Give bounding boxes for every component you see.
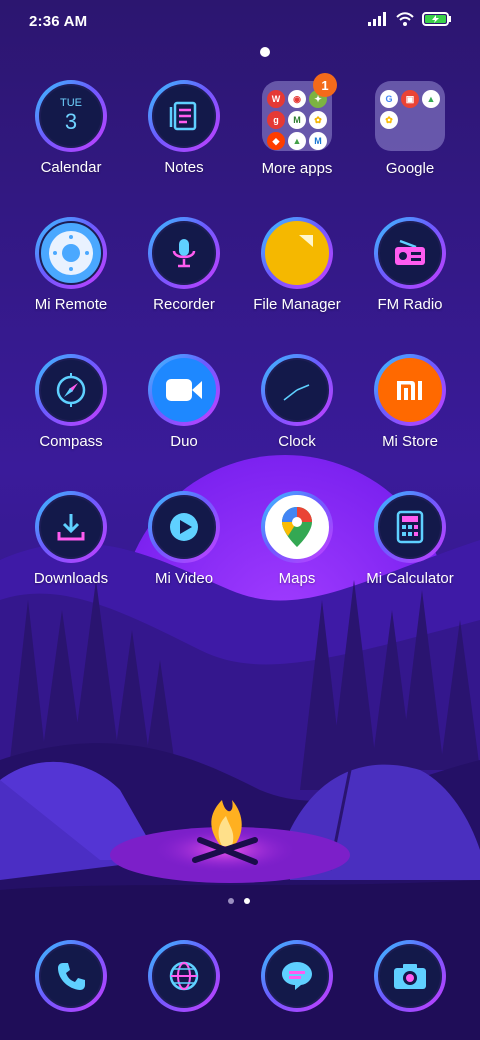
page-indicator: [228, 898, 250, 904]
app-recorder[interactable]: Recorder: [128, 217, 240, 313]
camera-icon: [394, 964, 426, 989]
app-label: Mi Calculator: [366, 570, 454, 587]
status-icons: [368, 12, 452, 26]
radio-icon: [395, 239, 425, 265]
phone-icon: [58, 963, 85, 990]
app-calendar[interactable]: TUE 3 Calendar: [15, 80, 127, 176]
folder-app-icon: M: [288, 111, 306, 129]
notification-badge: 1: [313, 73, 337, 97]
app-label: Calendar: [40, 159, 102, 176]
app-mi-video[interactable]: Mi Video: [128, 491, 240, 587]
battery-charging-icon: [422, 12, 451, 26]
app-more-apps-folder[interactable]: W ◉ ✦ g M ✿ ◆ ▲ M 1 More apps: [241, 73, 353, 177]
clock-icon: [283, 384, 310, 401]
message-icon: [282, 962, 312, 990]
dock-phone[interactable]: [15, 940, 127, 1012]
app-label: FM Radio: [377, 296, 443, 313]
dock: [0, 938, 480, 1014]
status-bar: 2:36 AM: [0, 0, 480, 44]
dock-messages[interactable]: [241, 940, 353, 1012]
folder-app-icon: ▲: [288, 132, 306, 150]
app-label: Notes: [164, 159, 204, 176]
app-label: More apps: [261, 160, 333, 177]
app-clock[interactable]: Clock: [241, 354, 353, 450]
folder-app-icon: ◆: [267, 132, 285, 150]
app-label: Clock: [278, 433, 316, 450]
app-label: Maps: [278, 570, 316, 587]
app-label: Mi Store: [382, 433, 438, 450]
app-mi-calculator[interactable]: Mi Calculator: [354, 491, 466, 587]
wifi-icon: [396, 12, 414, 26]
folder-app-icon: ▣: [401, 90, 419, 108]
play-icon: [170, 513, 198, 541]
page-dot-active[interactable]: [244, 898, 250, 904]
app-label: Google: [385, 160, 435, 177]
app-label: Compass: [39, 433, 103, 450]
folder-app-icon: M: [309, 132, 327, 150]
map-pin-icon: [282, 507, 312, 547]
signal-icon: [368, 12, 386, 26]
calculator-icon: [396, 510, 424, 544]
notes-icon: [169, 101, 197, 131]
folder-app-icon: ✿: [380, 111, 398, 129]
app-downloads[interactable]: Downloads: [15, 491, 127, 587]
mi-logo-icon: [397, 381, 422, 400]
microphone-icon: [172, 239, 196, 268]
app-mi-store[interactable]: Mi Store: [354, 354, 466, 450]
home-page-dot: [260, 47, 270, 57]
app-label: File Manager: [253, 296, 341, 313]
video-camera-icon: [166, 379, 202, 401]
app-maps[interactable]: Maps: [241, 491, 353, 587]
app-label: Mi Remote: [34, 296, 108, 313]
calendar-icon: TUE 3: [39, 84, 103, 148]
app-notes[interactable]: Notes: [128, 80, 240, 176]
app-google-folder[interactable]: G ▣ ▲ ✿ Google: [354, 80, 466, 177]
folder-app-icon: ✿: [309, 111, 327, 129]
app-compass[interactable]: Compass: [15, 354, 127, 450]
app-label: Downloads: [33, 570, 109, 587]
compass-icon: [56, 373, 86, 407]
app-fm-radio[interactable]: FM Radio: [354, 217, 466, 313]
status-time: 2:36 AM: [29, 13, 88, 30]
dock-camera[interactable]: [354, 940, 466, 1012]
app-label: Recorder: [153, 296, 215, 313]
folder-app-icon: g: [267, 111, 285, 129]
folder-app-icon: G: [380, 90, 398, 108]
folder-app-icon: ▲: [422, 90, 440, 108]
app-file-manager[interactable]: File Manager: [241, 217, 353, 313]
globe-icon: [169, 961, 199, 991]
folder-app-icon: W: [267, 90, 285, 108]
folder-app-icon: ◉: [288, 90, 306, 108]
remote-icon: [49, 231, 93, 275]
app-duo[interactable]: Duo: [128, 354, 240, 450]
app-label: Mi Video: [154, 570, 214, 587]
download-icon: [57, 514, 85, 541]
dock-browser[interactable]: [128, 940, 240, 1012]
folder-icon: G ▣ ▲ ✿: [375, 81, 445, 151]
app-label: Duo: [170, 433, 198, 450]
page-dot[interactable]: [228, 898, 234, 904]
app-mi-remote[interactable]: Mi Remote: [15, 217, 127, 313]
folder-file-icon: [299, 235, 313, 247]
